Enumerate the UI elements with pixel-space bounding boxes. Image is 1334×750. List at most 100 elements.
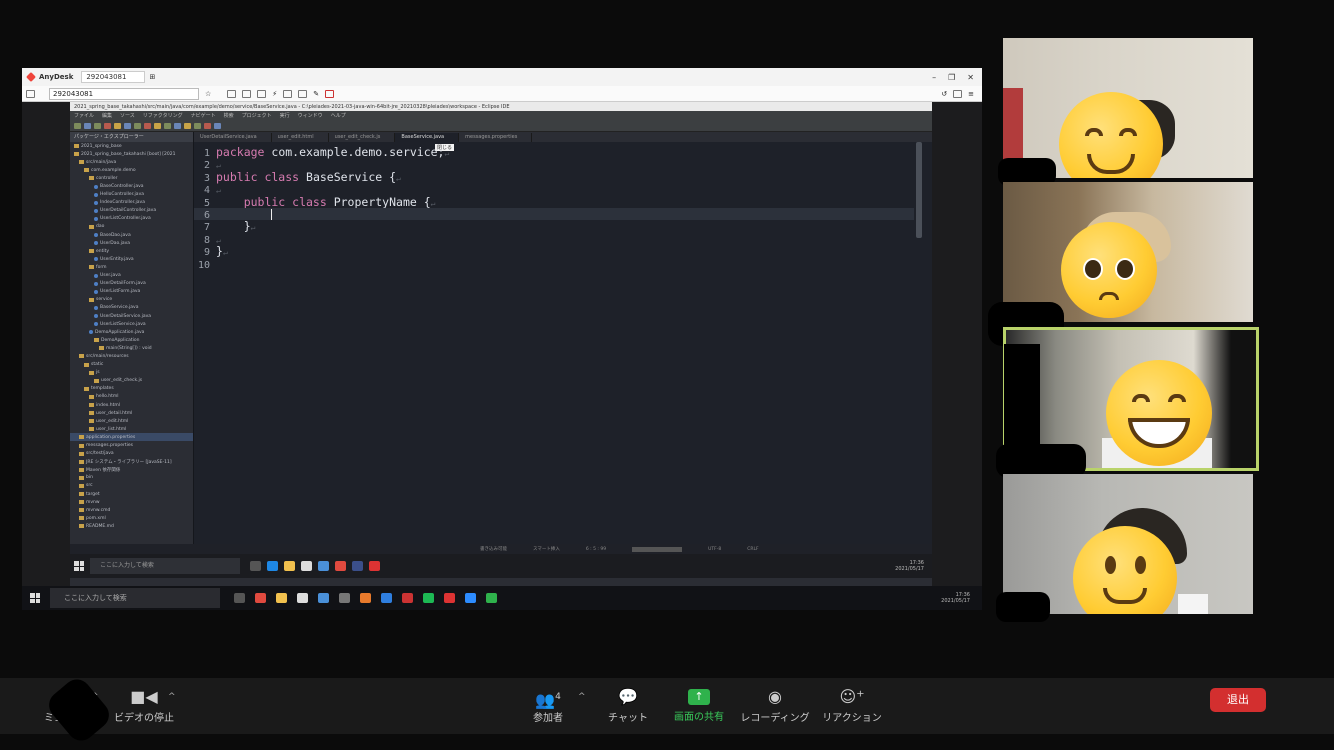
record-icon[interactable] <box>325 89 335 98</box>
participants-button[interactable]: 👥4 参加者 <box>528 678 568 734</box>
tree-item[interactable]: UserListForm.java <box>70 288 193 296</box>
star-icon[interactable]: ☆ <box>205 90 211 98</box>
stop-video-button[interactable]: ■◀ ビデオの停止 <box>112 678 176 734</box>
maximize-icon[interactable]: ❐ <box>948 73 955 82</box>
app-icon[interactable] <box>444 593 455 603</box>
chat-button[interactable]: 💬 チャット <box>606 678 650 734</box>
tree-item[interactable]: user_edit.html <box>70 417 193 425</box>
tree-item[interactable]: UserDao.java <box>70 239 193 247</box>
tree-item[interactable]: UserListService.java <box>70 320 193 328</box>
chrome-icon[interactable] <box>255 593 266 603</box>
anydesk-address-field[interactable]: 292043081 <box>49 87 199 100</box>
tool-icon[interactable] <box>194 122 201 129</box>
participant-video-2[interactable] <box>1003 182 1253 322</box>
history-icon[interactable]: ↺ <box>941 90 947 98</box>
code-area[interactable]: 1 package com.example.demo.service;↵ 2 ↵ 3 pu… <box>194 142 932 544</box>
zoom-app-icon[interactable] <box>465 593 476 603</box>
tool-icon[interactable] <box>134 122 141 129</box>
editor-tab[interactable]: BaseService.java <box>395 133 460 142</box>
host-search-box[interactable]: ここに入力して検索 <box>50 588 220 608</box>
eclipse-menu-item[interactable]: ソース <box>120 112 135 119</box>
video-options-chevron-icon[interactable]: ^ <box>168 692 176 702</box>
leave-meeting-button[interactable]: 退出 <box>1210 688 1266 712</box>
anydesk-app-icon[interactable] <box>402 593 413 603</box>
eclipse-menu-item[interactable]: プロジェクト <box>242 112 272 119</box>
tree-item[interactable]: application.properties <box>70 433 193 442</box>
monitor-icon[interactable] <box>26 89 35 98</box>
tree-item[interactable]: hello.html <box>70 393 193 401</box>
spotify-icon[interactable] <box>423 593 434 603</box>
file-icon[interactable] <box>242 89 252 98</box>
display-icon[interactable] <box>298 89 308 98</box>
tree-item[interactable]: IndexController.java <box>70 199 193 207</box>
screen-icon[interactable] <box>283 89 293 98</box>
tree-item[interactable]: UserEntity.java <box>70 255 193 263</box>
tree-item[interactable]: src/main/java <box>70 158 193 166</box>
tree-item[interactable]: Maven 依存関係 <box>70 466 193 474</box>
tree-item[interactable]: src/main/resources <box>70 352 193 360</box>
code-line[interactable]: 6 <box>194 208 914 221</box>
tree-item[interactable]: user_detail.html <box>70 409 193 417</box>
code-line[interactable]: 10 <box>194 258 914 271</box>
tree-item[interactable]: main(String[]) : void <box>70 344 193 352</box>
tree-item[interactable]: DemoApplication.java <box>70 328 193 336</box>
windows-start-icon[interactable] <box>30 593 40 603</box>
lightning-icon[interactable]: ⚡ <box>272 90 277 98</box>
eclipse-menu-item[interactable]: 編集 <box>102 112 112 119</box>
store-icon[interactable] <box>301 561 312 571</box>
tool-icon[interactable] <box>154 122 161 129</box>
tree-item[interactable]: target <box>70 490 193 498</box>
tree-item[interactable]: js <box>70 369 193 377</box>
tree-item[interactable]: index.html <box>70 401 193 409</box>
tree-item[interactable]: messages.properties <box>70 441 193 449</box>
editor-tab[interactable]: messages.properties <box>459 133 533 142</box>
task-view-icon[interactable] <box>250 561 261 571</box>
tree-item[interactable]: src <box>70 482 193 490</box>
tree-item[interactable]: form <box>70 263 193 271</box>
store-icon[interactable] <box>297 593 308 603</box>
tree-item[interactable]: UserListController.java <box>70 215 193 223</box>
office-icon[interactable] <box>360 593 371 603</box>
tree-item[interactable]: UserDetailService.java <box>70 312 193 320</box>
eclipse-menu-item[interactable]: ウィンドウ <box>298 112 323 119</box>
tree-item[interactable]: mvnw.cmd <box>70 506 193 514</box>
tool-icon[interactable] <box>204 122 211 129</box>
tree-item[interactable]: 2021_spring_base <box>70 142 193 150</box>
line-icon[interactable] <box>486 593 497 603</box>
tree-item[interactable]: JRE システム・ライブラリー [JavaSE-11] <box>70 458 193 466</box>
menu-icon[interactable]: ≡ <box>968 90 982 98</box>
participants-options-chevron-icon[interactable]: ^ <box>578 692 586 702</box>
tool-icon[interactable] <box>214 122 221 129</box>
tool-icon[interactable] <box>94 122 101 129</box>
tool-icon[interactable] <box>114 122 121 129</box>
anydesk-session-tab[interactable]: 292043081 <box>81 71 146 83</box>
tree-item[interactable]: pom.xml <box>70 514 193 522</box>
tree-item[interactable]: BaseService.java <box>70 304 193 312</box>
tree-item[interactable]: service <box>70 296 193 304</box>
editor-tab[interactable]: user_edit.html <box>272 133 329 142</box>
code-line[interactable]: 5 public class PropertyName {↵ <box>194 195 914 208</box>
tree-item[interactable]: mvnw <box>70 498 193 506</box>
tool-icon[interactable] <box>74 122 81 129</box>
app-icon[interactable] <box>339 593 350 603</box>
reaction-button[interactable]: ☺⁺ リアクション <box>822 678 882 734</box>
chrome-icon[interactable] <box>335 561 346 571</box>
keyboard-icon[interactable] <box>227 89 237 98</box>
code-line[interactable]: 9}↵ <box>194 245 914 258</box>
tree-item[interactable]: BaseDao.java <box>70 231 193 239</box>
explorer-icon[interactable] <box>276 593 287 603</box>
tree-item[interactable]: 2021_spring_base_takahashi [boot] [2021 <box>70 150 193 158</box>
participant-video-1[interactable] <box>1003 38 1253 178</box>
tree-item[interactable]: entity <box>70 247 193 255</box>
tree-item[interactable]: src/test/java <box>70 450 193 458</box>
share-screen-button[interactable]: ↑ 画面の共有 <box>672 678 726 734</box>
code-line[interactable]: 1 package com.example.demo.service;↵ <box>194 146 914 159</box>
eclipse-menu-item[interactable]: ファイル <box>74 112 94 119</box>
tree-item[interactable]: dao <box>70 223 193 231</box>
pen-icon[interactable]: ✎ <box>313 90 319 98</box>
tree-item[interactable]: controller <box>70 174 193 182</box>
tool-icon[interactable] <box>184 122 191 129</box>
mail-icon[interactable] <box>318 561 329 571</box>
code-line[interactable]: 8 ↵ <box>194 233 914 246</box>
eclipse-menu-item[interactable]: 実行 <box>280 112 290 119</box>
